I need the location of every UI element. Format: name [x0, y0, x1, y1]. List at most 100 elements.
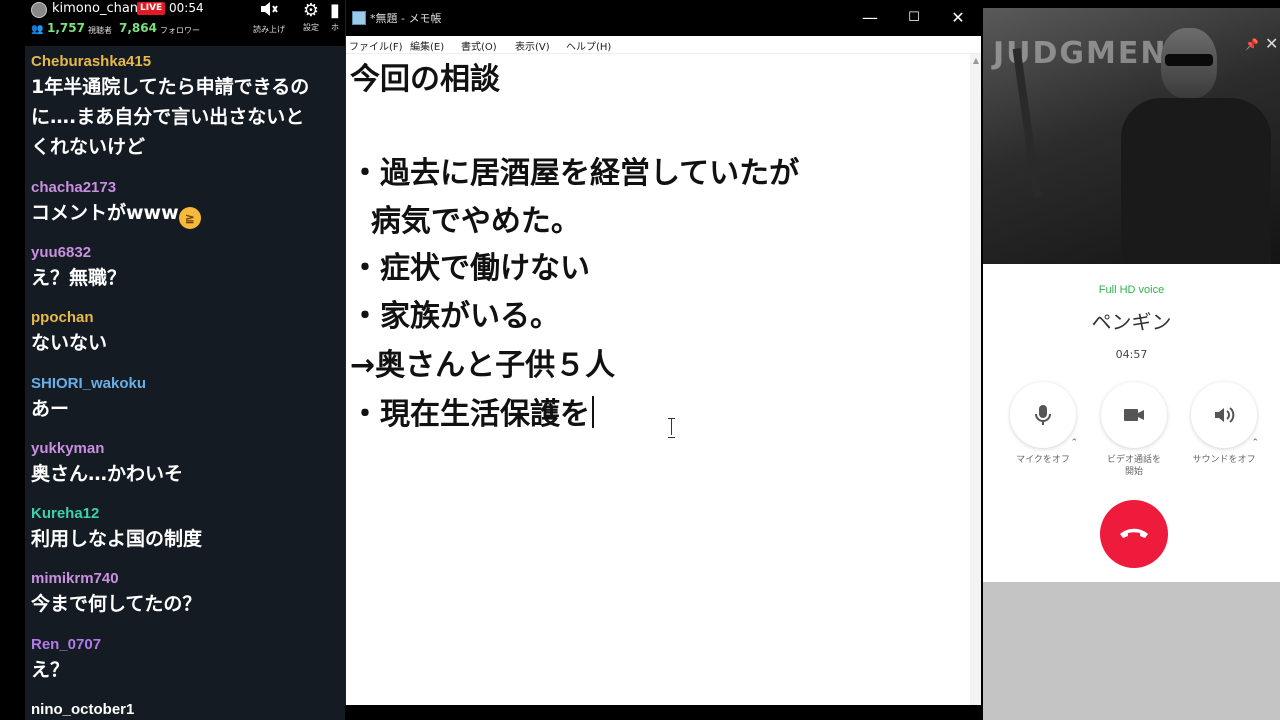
speaker-mute-icon: [249, 0, 289, 24]
chat-username[interactable]: nino_october1: [31, 700, 345, 720]
laughing-emoji-icon: ≧: [178, 207, 201, 229]
chat-username[interactable]: SHIORI_wakoku: [31, 374, 345, 394]
start-video-label: ビデオ通話を 開始: [1106, 455, 1161, 477]
chat-username[interactable]: chacha2173: [31, 178, 345, 198]
ibeam-cursor-icon: [668, 418, 676, 438]
chat-message: nino_october1: [31, 700, 345, 720]
chat-username[interactable]: Ren_0707: [31, 635, 345, 655]
scroll-up-icon[interactable]: ▲: [971, 56, 981, 66]
start-video-button[interactable]: ビデオ通話を 開始: [1101, 382, 1167, 478]
chat-message: chacha2173 コメントがwww ≧: [31, 178, 345, 229]
chat-username[interactable]: ppochan: [31, 308, 345, 328]
chat-username[interactable]: Cheburashka415: [31, 52, 345, 72]
text-line: →奥さんと子供５人: [350, 348, 616, 383]
text-line: ・現在生活保護を: [350, 397, 590, 432]
chat-message: yuu6832 え？無職？: [31, 243, 345, 293]
live-badge: LIVE: [137, 2, 166, 15]
chat-text: え？: [31, 659, 70, 681]
contact-name: ペンギン: [1091, 310, 1172, 334]
viewer-count: 1,757: [47, 21, 85, 35]
chat-text: 1年半通院してたら申請できるの に….まあ自分で言い出さないと くれないけど: [31, 76, 310, 158]
menu-format[interactable]: 書式(O): [461, 38, 497, 53]
chat-message: Kureha12 利用しなよ国の制度: [31, 504, 345, 554]
viewer-count-label: 視聴者: [88, 26, 112, 35]
call-window-footer: [983, 582, 1280, 720]
notepad-window: *無題 - メモ帳 — ☐ ✕ ファイル(F) 編集(E) 書式(O) 表示(V…: [345, 0, 982, 705]
chat-text: コメントがwww: [31, 202, 179, 224]
video-camera-icon: [1124, 409, 1144, 421]
call-window: JUDGMENT 📌 ✕ Full HD voice ペンギン 04:57 ⌃ …: [981, 0, 1280, 720]
chat-message-list[interactable]: Cheburashka415 1年半通院してたら申請できるの に….まあ自分で言…: [25, 46, 345, 720]
text-caret: [592, 396, 594, 428]
menu-help[interactable]: ヘルプ(H): [566, 38, 611, 53]
chat-text: え？無職？: [31, 267, 127, 289]
mute-sound-circle[interactable]: ⌃: [1191, 382, 1259, 448]
speaker-icon: [1215, 407, 1235, 423]
mute-mic-label: マイクをオフ: [1016, 455, 1070, 465]
text-line: 今回の相談: [350, 62, 500, 97]
viewers-icon: 👥: [31, 24, 44, 35]
chat-message: ppochan ないない: [31, 308, 345, 358]
sunglasses: [1165, 54, 1213, 66]
partial-icon: ▮: [330, 0, 340, 21]
call-duration: 04:57: [1115, 348, 1148, 361]
chat-message: SHIORI_wakoku あー: [31, 374, 345, 424]
hang-up-icon: [1120, 528, 1148, 538]
chat-message: Cheburashka415 1年半通院してたら申請できるの に….まあ自分で言…: [31, 52, 345, 162]
read-aloud-button[interactable]: 読み上げ: [249, 0, 289, 40]
chat-text: 利用しなよ国の制度: [31, 528, 203, 550]
start-video-circle[interactable]: [1101, 382, 1167, 448]
close-icon[interactable]: ✕: [1265, 34, 1278, 53]
home-button[interactable]: ▮ ホ: [325, 0, 345, 40]
read-aloud-label: 読み上げ: [253, 25, 285, 34]
stream-chat-panel: kimono_chan LIVE 00:54 👥 1,757 視聴者 7,864…: [0, 0, 345, 720]
channel-name[interactable]: kimono_chan: [52, 1, 138, 16]
menu-bar: ファイル(F) 編集(E) 書式(O) 表示(V) ヘルプ(H): [346, 36, 982, 54]
menu-file[interactable]: ファイル(F): [349, 38, 403, 53]
text-line: ・家族がいる。: [350, 299, 560, 334]
chat-message: yukkyman 奥さん…かわいそ: [31, 439, 345, 489]
mute-sound-label: サウンドをオフ: [1192, 455, 1256, 465]
pin-icon[interactable]: 📌: [1245, 38, 1259, 51]
menu-edit[interactable]: 編集(E): [410, 38, 444, 53]
chat-username[interactable]: yuu6832: [31, 243, 345, 263]
call-quality: Full HD voice: [1098, 284, 1165, 296]
chevron-up-icon[interactable]: ⌃: [1251, 438, 1259, 448]
menu-view[interactable]: 表示(V): [515, 38, 550, 53]
minimize-button[interactable]: —: [858, 7, 882, 29]
text-editor[interactable]: 今回の相談 ・過去に居酒屋を経営していたが 病気でやめた。 ・症状で働けない ・…: [346, 54, 970, 705]
close-button[interactable]: ✕: [946, 7, 970, 29]
chat-text: 今まで何してたの？: [31, 593, 202, 615]
chat-username[interactable]: Kureha12: [31, 504, 345, 524]
caller-video: JUDGMENT 📌 ✕: [983, 8, 1280, 264]
follower-count-label: フォロワー: [160, 26, 200, 35]
hang-up-button[interactable]: [1100, 500, 1168, 568]
chat-username[interactable]: yukkyman: [31, 439, 345, 459]
mute-mic-circle[interactable]: ⌃: [1010, 382, 1078, 448]
text-line: 病気でやめた。: [350, 204, 581, 239]
text-line: ・症状で働けない: [350, 251, 590, 286]
chevron-up-icon[interactable]: ⌃: [1070, 438, 1078, 448]
notepad-titlebar[interactable]: *無題 - メモ帳 — ☐ ✕: [346, 0, 982, 36]
text-line: ・過去に居酒屋を経営していたが: [350, 156, 800, 191]
notepad-icon: [352, 11, 366, 25]
mute-sound-button[interactable]: ⌃ サウンドをオフ: [1191, 382, 1259, 466]
chat-message: Ren_0707 え？: [31, 635, 345, 685]
chat-text: ないない: [31, 332, 108, 354]
elapsed-time: 00:54: [169, 1, 204, 15]
mute-mic-button[interactable]: ⌃ マイクをオフ: [1010, 382, 1078, 466]
chat-username[interactable]: mimikrm740: [31, 569, 345, 589]
microphone-icon: [1035, 405, 1051, 425]
stream-header: kimono_chan LIVE 00:54 👥 1,757 視聴者 7,864…: [0, 0, 345, 40]
call-controls: Full HD voice ペンギン 04:57 ⌃ マイクをオフ ビデオ通話を…: [983, 264, 1280, 582]
chat-message: mimikrm740 今まで何してたの？: [31, 569, 345, 619]
figure-body: [1121, 98, 1271, 264]
home-label: ホ: [331, 23, 339, 32]
chat-text-row: コメントがwww ≧: [31, 198, 345, 229]
chat-text: あー: [31, 398, 70, 420]
maximize-button[interactable]: ☐: [902, 7, 926, 29]
avatar[interactable]: [31, 2, 47, 18]
text-line-current: ・現在生活保護を: [350, 395, 594, 435]
video-figure: [1113, 28, 1271, 264]
window-title: *無題 - メモ帳: [370, 12, 442, 25]
